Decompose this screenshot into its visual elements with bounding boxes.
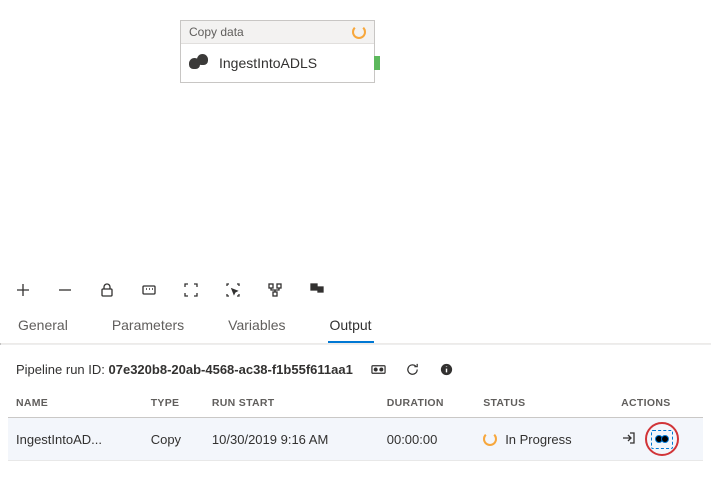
cell-actions <box>613 418 703 461</box>
cell-name: IngestIntoAD... <box>8 418 143 461</box>
minimap-button[interactable] <box>308 281 326 299</box>
activity-node-copy-data[interactable]: Copy data IngestIntoADLS <box>180 20 375 83</box>
col-type[interactable]: TYPE <box>143 389 204 418</box>
tab-output[interactable]: Output <box>328 311 374 343</box>
pipeline-canvas[interactable]: Copy data IngestIntoADLS <box>0 0 711 272</box>
run-info-bar: Pipeline run ID: 07e320b8-20ab-4568-ac38… <box>0 345 711 389</box>
lock-button[interactable] <box>98 281 116 299</box>
cell-run-start: 10/30/2019 9:16 AM <box>204 418 379 461</box>
detail-tabs: General Parameters Variables Output <box>0 305 711 343</box>
database-icon <box>189 54 209 72</box>
activity-body: IngestIntoADLS <box>181 44 374 82</box>
run-id-label: Pipeline run ID: <box>16 362 105 377</box>
col-name[interactable]: NAME <box>8 389 143 418</box>
table-row[interactable]: IngestIntoAD... Copy 10/30/2019 9:16 AM … <box>8 418 703 461</box>
col-duration[interactable]: DURATION <box>379 389 475 418</box>
activity-type-label: Copy data <box>189 25 244 39</box>
gantt-view-button[interactable] <box>371 361 387 377</box>
cell-duration: 00:00:00 <box>379 418 475 461</box>
spinner-icon <box>352 25 366 39</box>
status-text: In Progress <box>505 432 571 447</box>
activity-runs-table: NAME TYPE RUN START DURATION STATUS ACTI… <box>8 389 703 461</box>
refresh-button[interactable] <box>405 361 421 377</box>
select-button[interactable] <box>224 281 242 299</box>
status-spinner-icon <box>483 432 497 446</box>
run-id-value: 07e320b8-20ab-4568-ac38-f1b55f611aa1 <box>109 362 353 377</box>
activity-header: Copy data <box>181 21 374 44</box>
output-action-button[interactable] <box>651 428 673 450</box>
output-port[interactable] <box>374 56 380 70</box>
run-id-text: Pipeline run ID: 07e320b8-20ab-4568-ac38… <box>16 362 353 377</box>
remove-button[interactable] <box>56 281 74 299</box>
tab-parameters[interactable]: Parameters <box>110 311 186 343</box>
activity-name: IngestIntoADLS <box>219 55 317 71</box>
tab-variables[interactable]: Variables <box>226 311 287 343</box>
cell-status: In Progress <box>475 418 613 461</box>
col-run-start[interactable]: RUN START <box>204 389 379 418</box>
zoom-100-button[interactable] <box>140 281 158 299</box>
cell-type: Copy <box>143 418 204 461</box>
autolayout-button[interactable] <box>266 281 284 299</box>
info-button[interactable] <box>439 361 455 377</box>
canvas-toolbar <box>0 272 711 305</box>
add-button[interactable] <box>14 281 32 299</box>
fullscreen-button[interactable] <box>182 281 200 299</box>
tab-general[interactable]: General <box>16 311 70 343</box>
input-action-button[interactable] <box>621 430 637 449</box>
col-status[interactable]: STATUS <box>475 389 613 418</box>
col-actions[interactable]: ACTIONS <box>613 389 703 418</box>
